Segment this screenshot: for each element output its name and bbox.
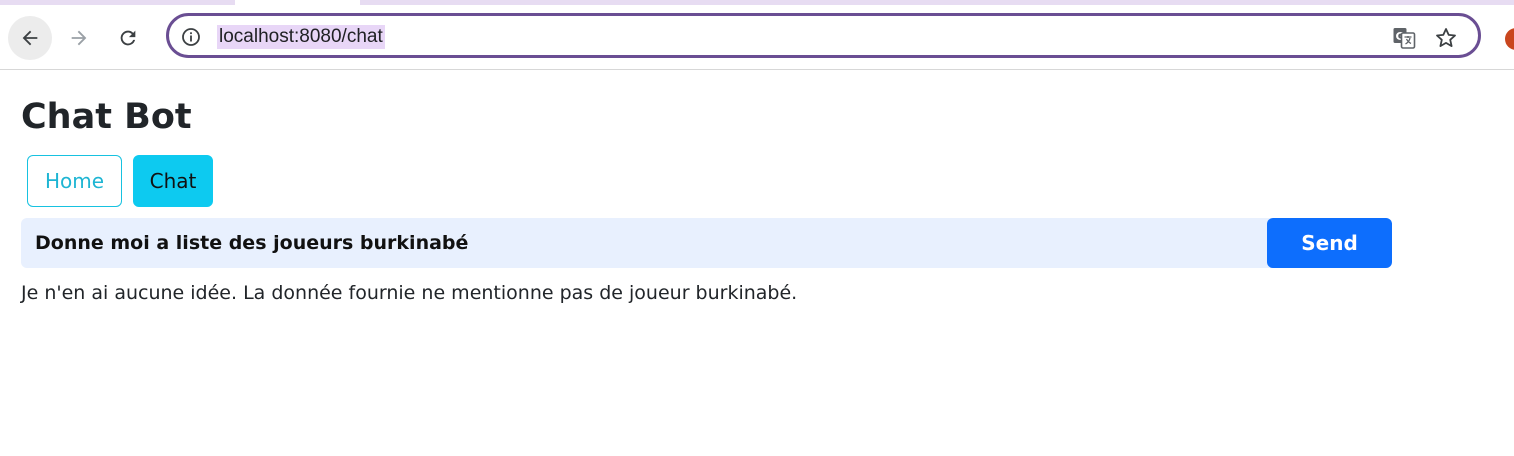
translate-icon[interactable]: G	[1392, 26, 1416, 50]
chat-message-input[interactable]	[21, 218, 1271, 268]
page-title: Chat Bot	[21, 97, 192, 137]
forward-arrow-icon	[71, 30, 87, 46]
reload-icon	[120, 30, 136, 46]
nav-home-button[interactable]: Home	[27, 155, 122, 207]
profile-avatar[interactable]	[1505, 28, 1514, 50]
info-icon[interactable]	[181, 27, 201, 47]
star-icon[interactable]	[1434, 26, 1458, 50]
browser-toolbar: localhost:8080/chat G	[0, 5, 1514, 70]
back-arrow-icon	[22, 30, 38, 46]
address-bar[interactable]: localhost:8080/chat G	[166, 13, 1481, 58]
nav-chat-button[interactable]: Chat	[133, 155, 213, 207]
forward-button[interactable]	[57, 16, 101, 60]
reload-button[interactable]	[106, 16, 150, 60]
bot-response-text: Je n'en ai aucune idée. La donnée fourni…	[21, 282, 798, 304]
back-button[interactable]	[8, 16, 52, 60]
url-text[interactable]: localhost:8080/chat	[217, 25, 385, 49]
send-button[interactable]: Send	[1267, 218, 1392, 268]
